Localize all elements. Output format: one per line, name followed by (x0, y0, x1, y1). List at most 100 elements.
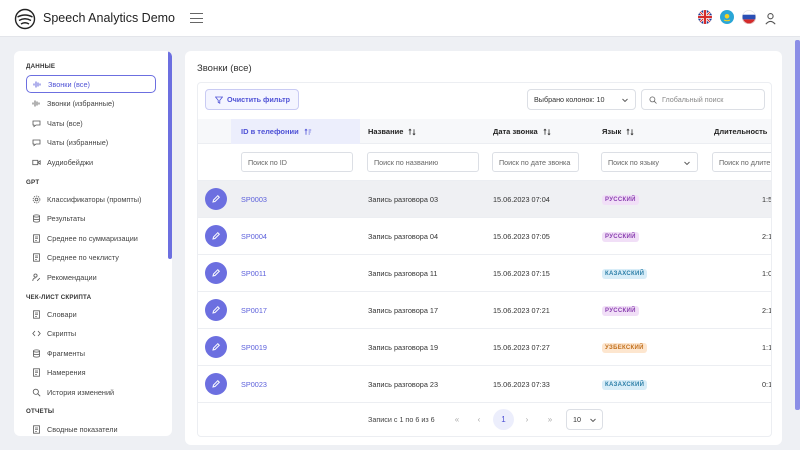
sidebar-item-label: Классификаторы (промпты) (47, 194, 142, 204)
sidebar-item-calls-all[interactable]: Звонки (все) (26, 75, 156, 93)
chevron-down-icon (684, 161, 690, 166)
sidebar-item-intents[interactable]: Намерения (26, 363, 156, 381)
filter-language-select[interactable]: Поиск по языку (601, 152, 698, 172)
column-header-id[interactable]: ID в телефонии (231, 119, 360, 144)
sidebar-item-summary-indicators[interactable]: Сводные показатели (26, 420, 156, 436)
call-id-link[interactable]: SP0011 (241, 255, 266, 292)
previous-page-button[interactable]: ‹ (470, 410, 488, 428)
global-search-input[interactable] (662, 95, 757, 104)
table-row[interactable]: SP0003 Запись разговора 03 15.06.2023 07:0… (198, 181, 772, 218)
edit-button[interactable] (205, 336, 227, 358)
waveform-icon (33, 80, 42, 89)
sidebar-item-label: Результаты (47, 213, 86, 223)
clear-filter-button[interactable]: Очистить фильтр (205, 89, 299, 110)
database-icon (32, 348, 41, 358)
user-icon[interactable] (764, 12, 777, 25)
call-id-link[interactable]: SP0003 (241, 181, 267, 218)
calls-table-card: Очистить фильтр Выбрано колонок: 10 ID в… (197, 82, 772, 437)
search-icon (32, 388, 41, 397)
page-size-value: 10 (573, 415, 581, 424)
sidebar-item-fragments[interactable]: Фрагменты (26, 344, 156, 362)
sidebar-item-label: Рекомендации (47, 272, 97, 282)
call-duration: 2:1 (762, 232, 772, 241)
column-header-language[interactable]: Язык (602, 119, 634, 144)
sidebar-item-calls-favorites[interactable]: Звонки (избранные) (26, 94, 156, 112)
flag-kz-icon[interactable] (720, 10, 734, 24)
language-badge-cell: УЗБЕКСКИЙ (602, 329, 647, 366)
call-duration: 0:1 (762, 380, 772, 389)
sidebar-item-label: Чаты (все) (47, 118, 83, 128)
call-duration: 1:5 (762, 195, 772, 204)
edit-button[interactable] (205, 373, 227, 395)
edit-button[interactable] (205, 299, 227, 321)
sidebar-item-recommendations[interactable]: Рекомендации (26, 268, 156, 286)
sidebar-item-label: История изменений (47, 387, 115, 397)
paginator: Записи с 1 по 6 из 6 « ‹ 1 › » 10 (198, 403, 771, 433)
filter-row: Поиск по языку (198, 144, 771, 181)
sidebar-item-results[interactable]: Результаты (26, 209, 156, 227)
sidebar-item-scripts[interactable]: Скрипты (26, 324, 156, 342)
sidebar-item-summary-average[interactable]: Среднее по суммаризации (26, 229, 156, 247)
global-search[interactable] (641, 89, 765, 110)
sidebar-item-classifiers[interactable]: Классификаторы (промпты) (26, 190, 156, 208)
column-header-duration[interactable]: Длительность (714, 119, 771, 144)
sidebar-item-change-history[interactable]: История изменений (26, 383, 156, 401)
table-header: ID в телефонии Название Дата звонка Язык… (198, 119, 771, 144)
document-icon (32, 252, 41, 262)
gear-icon (32, 195, 41, 204)
table-row[interactable]: SP0011 Запись разговора 11 15.06.2023 07:1… (198, 255, 771, 292)
sidebar-item-chats-all[interactable]: Чаты (все) (26, 114, 156, 132)
call-id-link[interactable]: SP0023 (241, 366, 267, 403)
edit-button[interactable] (205, 225, 227, 247)
call-id-link[interactable]: SP0019 (241, 329, 267, 366)
call-name: Запись разговора 19 (368, 343, 439, 352)
page-size-select[interactable]: 10 (566, 409, 603, 430)
chevron-down-icon (622, 98, 628, 103)
filter-language-placeholder: Поиск по языку (608, 157, 659, 167)
column-selector[interactable]: Выбрано колонок: 10 (527, 89, 636, 110)
user-edit-icon (32, 273, 41, 282)
table-row[interactable]: SP0004 Запись разговора 04 15.06.2023 07:0… (198, 218, 772, 255)
call-id-link[interactable]: SP0004 (241, 218, 267, 255)
table-row[interactable]: SP0019 Запись разговора 19 15.06.2023 07:2… (198, 329, 772, 366)
column-header-label: Дата звонка (493, 127, 538, 136)
sidebar-item-label: Звонки (все) (48, 79, 90, 89)
column-header-date[interactable]: Дата звонка (493, 119, 551, 144)
flag-ru-icon[interactable] (742, 10, 756, 24)
table-row[interactable]: SP0017 Запись разговора 17 15.06.2023 07:2… (198, 292, 771, 329)
flag-gb-icon[interactable] (698, 10, 712, 24)
call-id-link[interactable]: SP0017 (241, 292, 267, 329)
sidebar-item-dictionaries[interactable]: Словари (26, 305, 156, 323)
app-title: Speech Analytics Demo (43, 11, 176, 25)
database-icon (32, 213, 41, 223)
edit-button[interactable] (205, 188, 227, 210)
first-page-button[interactable]: « (448, 410, 466, 428)
last-page-button[interactable]: » (541, 410, 559, 428)
page-button-current[interactable]: 1 (493, 409, 514, 430)
next-page-button[interactable]: › (518, 410, 536, 428)
filter-id-input[interactable] (241, 152, 353, 172)
code-icon (32, 329, 41, 338)
sidebar-item-checklist-average[interactable]: Среднее по чеклисту (26, 248, 156, 266)
language-badge: УЗБЕКСКИЙ (602, 342, 647, 353)
sidebar-scrollbar[interactable] (168, 51, 172, 259)
sidebar-item-audiobadges[interactable]: Аудиобейджи (26, 153, 156, 171)
column-header-label: Название (368, 127, 404, 136)
table-row[interactable]: SP0023 Запись разговора 23 15.06.2023 07:3… (198, 366, 772, 403)
chat-icon (32, 119, 41, 128)
menu-toggle-icon[interactable] (190, 13, 203, 24)
filter-date-input[interactable] (492, 152, 579, 172)
call-duration: 1:1 (762, 343, 772, 352)
page-scrollbar[interactable] (795, 40, 800, 410)
calls-table: ID в телефонии Название Дата звонка Язык… (198, 119, 772, 405)
sidebar-item-chats-favorites[interactable]: Чаты (избранные) (26, 133, 156, 151)
logo-icon (14, 8, 36, 30)
edit-button[interactable] (205, 262, 227, 284)
pencil-icon (212, 194, 221, 203)
column-header-name[interactable]: Название (368, 119, 416, 144)
filter-duration-input[interactable] (712, 152, 771, 172)
call-name: Запись разговора 11 (368, 269, 438, 278)
call-date: 15.06.2023 07:05 (493, 232, 550, 241)
filter-name-input[interactable] (367, 152, 479, 172)
document-icon (32, 367, 41, 377)
